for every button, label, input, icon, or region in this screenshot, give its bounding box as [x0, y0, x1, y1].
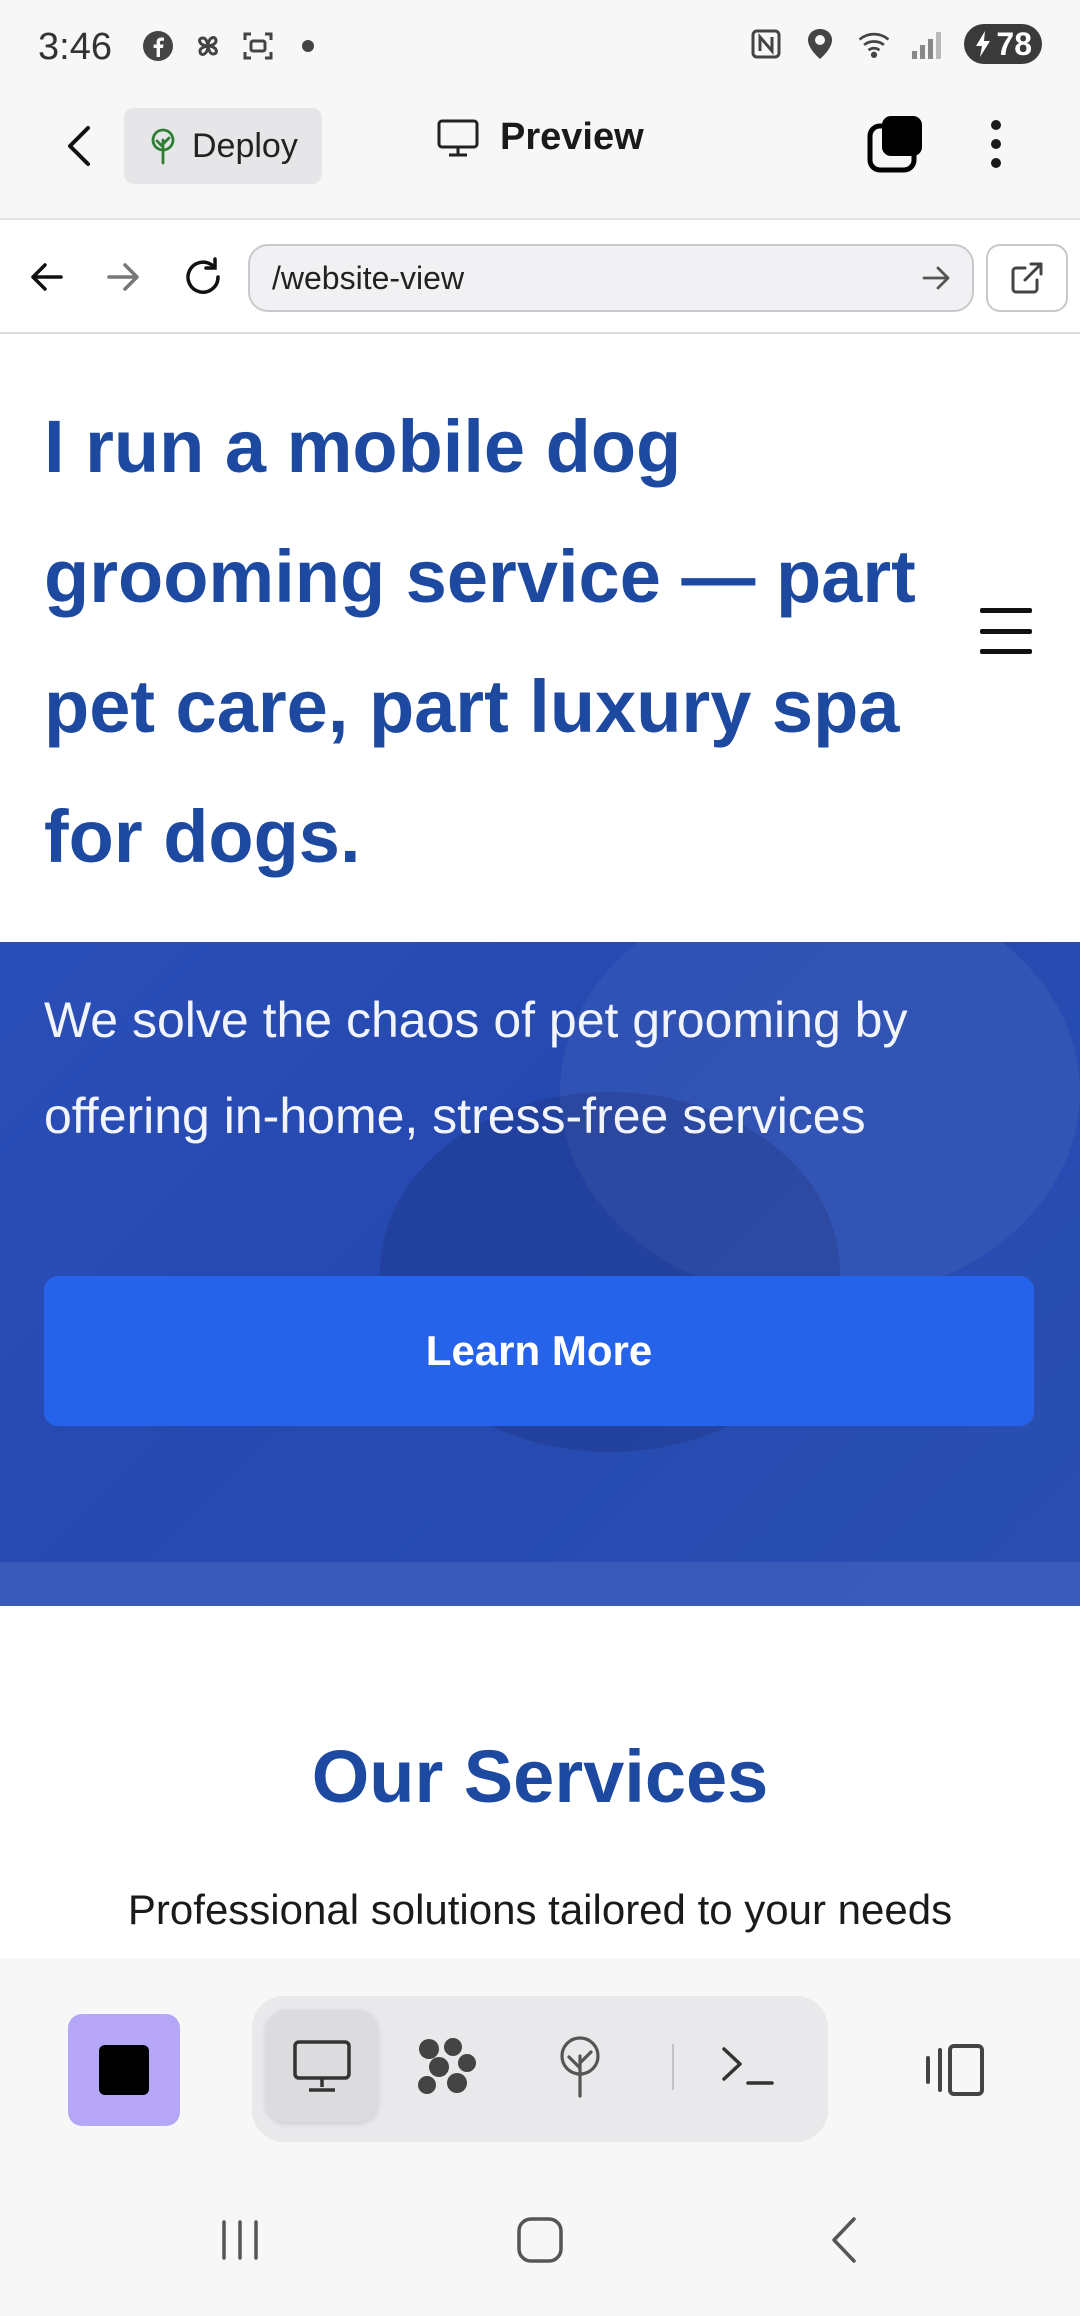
recent-apps-button[interactable] — [210, 2210, 270, 2270]
app-header: Deploy Preview — [0, 96, 1080, 220]
browser-bar: /website-view — [0, 222, 1080, 334]
tabs-button[interactable] — [866, 114, 926, 174]
chevron-left-icon — [832, 2217, 856, 2263]
wifi-icon — [856, 26, 892, 62]
browser-forward-button[interactable] — [98, 252, 148, 302]
status-right-icons: 78 — [748, 24, 1042, 64]
hero-title: I run a mobile dog grooming service — pa… — [44, 405, 916, 878]
website-preview: I run a mobile dog grooming service — pa… — [0, 334, 1080, 1958]
learn-more-label: Learn More — [425, 1327, 653, 1374]
facebook-icon — [140, 28, 176, 64]
tool-preview[interactable] — [266, 2010, 378, 2122]
system-navigation-bar — [0, 2166, 1080, 2316]
status-time: 3:46 — [38, 26, 112, 68]
screenshot-icon — [240, 28, 276, 64]
tool-switcher — [252, 1996, 828, 2142]
monitor-icon — [437, 119, 479, 156]
arrow-left-icon — [31, 263, 63, 291]
hero-subtitle: We solve the chaos of pet grooming by of… — [44, 992, 908, 1144]
reload-button[interactable] — [178, 252, 228, 302]
battery-level: 78 — [996, 25, 1032, 62]
services-title: Our Services — [311, 1735, 769, 1818]
nfc-icon — [748, 26, 784, 62]
deploy-tree-icon — [560, 2036, 600, 2098]
status-bar: 3:46 78 — [0, 0, 1080, 96]
bottom-toolbar — [0, 1958, 1080, 2172]
battery-charging-icon — [976, 31, 991, 57]
back-button[interactable] — [52, 118, 108, 174]
dot — [991, 158, 1001, 168]
status-left-icons — [140, 28, 326, 64]
deploy-button[interactable]: Deploy — [124, 108, 322, 184]
panel-toggle-button[interactable] — [920, 2040, 988, 2100]
more-options-button[interactable] — [978, 114, 1014, 174]
dot-icon — [290, 28, 326, 64]
monitor-icon — [293, 2040, 351, 2092]
hamburger-menu-icon[interactable] — [980, 608, 1032, 654]
arrow-right-icon — [107, 263, 139, 291]
recents-icon — [222, 2220, 258, 2260]
tool-components[interactable] — [390, 2010, 502, 2122]
open-external-button[interactable] — [986, 244, 1068, 312]
tool-divider — [672, 2044, 674, 2090]
home-icon — [517, 2217, 563, 2263]
preview-title: Preview — [436, 116, 644, 159]
stacked-squares-icon — [867, 116, 922, 173]
system-back-button[interactable] — [814, 2210, 874, 2270]
battery-indicator: 78 — [964, 24, 1042, 64]
components-grid-icon — [418, 2038, 476, 2094]
dot — [991, 120, 1001, 130]
tool-terminal[interactable] — [692, 2010, 804, 2122]
side-panel-icon — [926, 2044, 984, 2096]
deploy-tree-icon — [151, 128, 175, 165]
hamburger-line — [980, 608, 1032, 613]
services-subtitle: Professional solutions tailored to your … — [127, 1886, 953, 1933]
url-text: /website-view — [272, 259, 465, 296]
stop-icon — [99, 2045, 149, 2095]
reload-icon — [186, 257, 220, 294]
location-icon — [802, 26, 838, 62]
preview-label: Preview — [500, 116, 644, 158]
terminal-icon — [722, 2047, 774, 2085]
tool-deploy[interactable] — [524, 2010, 636, 2122]
hero-bottom-band — [0, 1562, 1080, 1606]
dot — [991, 139, 1001, 149]
stop-button[interactable] — [68, 2014, 180, 2126]
deploy-label: Deploy — [192, 126, 298, 165]
hamburger-line — [980, 649, 1032, 654]
pinwheel-icon — [190, 28, 226, 64]
url-input[interactable]: /website-view — [248, 244, 974, 312]
signal-icon — [910, 26, 946, 62]
hamburger-line — [980, 628, 1032, 634]
external-link-icon — [1011, 262, 1043, 294]
hero-banner: We solve the chaos of pet grooming by of… — [0, 942, 1080, 1606]
go-arrow-icon[interactable] — [918, 260, 954, 296]
browser-back-button[interactable] — [22, 252, 72, 302]
home-button[interactable] — [510, 2210, 570, 2270]
learn-more-button[interactable]: Learn More — [44, 1276, 1034, 1426]
chevron-left-icon — [68, 126, 90, 166]
